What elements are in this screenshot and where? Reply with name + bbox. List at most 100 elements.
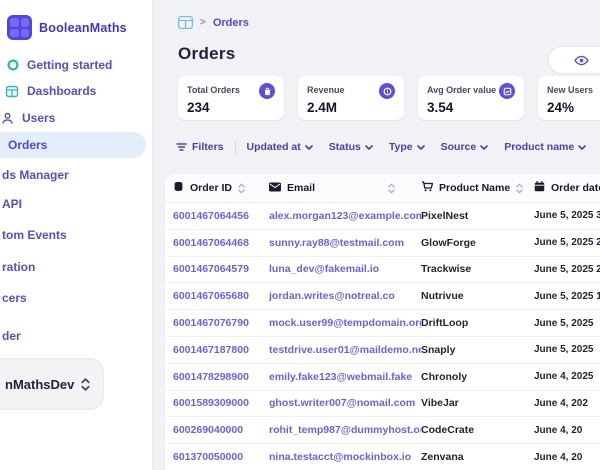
sidebar-item-der[interactable]: der bbox=[0, 323, 152, 349]
mail-icon bbox=[269, 182, 281, 195]
sidebar-item-label: ration bbox=[2, 260, 35, 274]
workspace-selector[interactable]: nMathsDev bbox=[0, 358, 104, 410]
cell-order-id[interactable]: 6001478298900 bbox=[173, 371, 269, 383]
stat-value: 2.4M bbox=[307, 100, 395, 115]
sidebar-item-orders[interactable]: Orders bbox=[0, 132, 146, 158]
breadcrumb-current[interactable]: Orders bbox=[213, 17, 249, 29]
column-header-order-id[interactable]: Order ID bbox=[173, 181, 269, 195]
cell-order-id[interactable]: 6001467076790 bbox=[173, 317, 269, 329]
breadcrumb: > Orders bbox=[152, 0, 600, 29]
cell-email[interactable]: mock.user99@tempdomain.org bbox=[269, 317, 421, 329]
sort-icon[interactable] bbox=[516, 183, 523, 194]
table-row[interactable]: 6001467064456alex.morgan123@example.comP… bbox=[165, 203, 600, 230]
cell-order-date: June 5, 2025 bbox=[534, 318, 600, 329]
column-label: Email bbox=[287, 182, 315, 194]
cell-product-name: DriftLoop bbox=[421, 317, 534, 329]
sidebar-item-dashboards[interactable]: Dashboards bbox=[0, 78, 152, 104]
stat-value: 24% bbox=[547, 100, 600, 115]
filter-dropdown-status[interactable]: Status bbox=[329, 141, 373, 153]
getting-started-icon bbox=[7, 59, 19, 71]
sidebar-item-ds-manager[interactable]: ds Manager bbox=[0, 162, 152, 188]
column-header-email[interactable]: Email bbox=[269, 182, 421, 195]
filters-label: Filters bbox=[192, 141, 224, 153]
filter-dropdown-source[interactable]: Source bbox=[441, 141, 489, 153]
cell-product-name: Snaply bbox=[421, 344, 534, 356]
avg-order-stat-icon bbox=[499, 83, 515, 99]
chevron-down-icon bbox=[480, 141, 488, 153]
cell-product-name: Chronoly bbox=[421, 371, 534, 383]
cell-order-date: June 5, 2025 3:3 bbox=[534, 210, 600, 221]
column-header-order-date[interactable]: Order date bbox=[534, 181, 600, 195]
page-title: Orders bbox=[178, 44, 600, 64]
filter-dropdown-updated-at[interactable]: Updated at bbox=[247, 141, 313, 153]
cell-order-id[interactable]: 6001467064579 bbox=[173, 263, 269, 275]
cell-email[interactable]: emily.fake123@webmail.fake bbox=[269, 371, 421, 383]
sidebar-item-ration[interactable]: ration bbox=[0, 254, 152, 280]
sort-icon[interactable] bbox=[238, 183, 245, 194]
column-header-product-name[interactable]: Product Name bbox=[421, 181, 534, 195]
sidebar-item-label: ds Manager bbox=[2, 168, 69, 182]
cell-order-date: June 4, 20 bbox=[534, 452, 600, 463]
cell-email[interactable]: ghost.writer007@nomail.com bbox=[269, 397, 421, 409]
filter-dropdown-product-name[interactable]: Product name bbox=[504, 141, 586, 153]
table-row[interactable]: 6001589309000ghost.writer007@nomail.comV… bbox=[165, 391, 600, 418]
cell-order-id[interactable]: 601370050000 bbox=[173, 451, 269, 463]
table-row[interactable]: 6001467064579luna_dev@fakemail.ioTrackwi… bbox=[165, 257, 600, 284]
cell-order-id[interactable]: 6001589309000 bbox=[173, 397, 269, 409]
cell-email[interactable]: alex.morgan123@example.com bbox=[269, 210, 421, 222]
filter-dropdown-label: Updated at bbox=[247, 141, 301, 153]
cell-order-date: June 4, 2025 bbox=[534, 371, 600, 382]
cell-order-id[interactable]: 6001467064456 bbox=[173, 210, 269, 222]
visibility-button[interactable] bbox=[548, 46, 600, 74]
stat-card-avg-order-value: Avg Order value3.54 bbox=[418, 76, 524, 120]
cell-email[interactable]: sunny.ray88@testmail.com bbox=[269, 237, 421, 249]
brand-logo-icon bbox=[7, 15, 32, 40]
table-row[interactable]: 600269040000rohit_temp987@dummyhost.orgC… bbox=[165, 417, 600, 444]
sidebar-item-api[interactable]: API bbox=[0, 191, 152, 217]
stats-row: Total Orders234Revenue2.4MAvg Order valu… bbox=[178, 76, 600, 120]
cell-email[interactable]: nina.testacct@mockinbox.io bbox=[269, 451, 421, 463]
filter-dropdown-type[interactable]: Type bbox=[389, 141, 425, 153]
sidebar-item-getting-started[interactable]: Getting started bbox=[0, 52, 152, 78]
table-header-row: Order ID Email Product Name Order date bbox=[165, 174, 600, 203]
filter-bar: Filters Updated at Status Type Source Produc… bbox=[176, 134, 600, 160]
cell-product-name: Trackwise bbox=[421, 263, 534, 275]
cell-order-id[interactable]: 6001467064468 bbox=[173, 237, 269, 249]
table-row[interactable]: 6001467187800testdrive.user01@maildemo.n… bbox=[165, 337, 600, 364]
cell-email[interactable]: rohit_temp987@dummyhost.org bbox=[269, 424, 421, 436]
table-row[interactable]: 601370050000nina.testacct@mockinbox.ioZe… bbox=[165, 444, 600, 470]
table-row[interactable]: 6001467064468sunny.ray88@testmail.comGlo… bbox=[165, 230, 600, 257]
brand-logo: BooleanMaths bbox=[0, 0, 152, 40]
sidebar-item-tom-events[interactable]: tom Events bbox=[0, 222, 152, 248]
sidebar-item-label: Dashboards bbox=[27, 84, 96, 98]
sidebar-item-users[interactable]: Users bbox=[0, 105, 152, 131]
cell-order-date: June 5, 2025 2:4 bbox=[534, 237, 600, 248]
cell-product-name: Nutrivue bbox=[421, 290, 534, 302]
table-body: 6001467064456alex.morgan123@example.comP… bbox=[165, 203, 600, 470]
table-row[interactable]: 6001467076790mock.user99@tempdomain.orgD… bbox=[165, 310, 600, 337]
users-icon bbox=[1, 112, 14, 125]
dashboard-grid-icon[interactable] bbox=[178, 16, 193, 29]
column-label: Order date bbox=[551, 182, 600, 194]
stat-card-top: Total Orders bbox=[187, 83, 275, 99]
cell-email[interactable]: testdrive.user01@maildemo.net bbox=[269, 344, 421, 356]
sort-icon[interactable] bbox=[388, 183, 395, 194]
dashboards-icon bbox=[5, 85, 19, 98]
sidebar-item-cers[interactable]: cers bbox=[0, 285, 152, 311]
column-label: Product Name bbox=[439, 182, 510, 194]
stat-card-total-orders: Total Orders234 bbox=[178, 76, 284, 120]
cell-order-id[interactable]: 600269040000 bbox=[173, 424, 269, 436]
chevron-up-down-icon[interactable] bbox=[80, 377, 91, 392]
cell-order-id[interactable]: 6001467065680 bbox=[173, 290, 269, 302]
cell-order-id[interactable]: 6001467187800 bbox=[173, 344, 269, 356]
filters-button[interactable]: Filters bbox=[176, 141, 224, 153]
brand-name: BooleanMaths bbox=[39, 21, 127, 35]
cell-email[interactable]: luna_dev@fakemail.io bbox=[269, 263, 421, 275]
sidebar-item-label: der bbox=[2, 329, 21, 343]
cell-product-name: Zenvana bbox=[421, 451, 534, 463]
cell-email[interactable]: jordan.writes@notreal.co bbox=[269, 290, 421, 302]
table-row[interactable]: 6001467065680jordan.writes@notreal.coNut… bbox=[165, 283, 600, 310]
stat-label: New Users bbox=[547, 83, 593, 95]
cell-product-name: CodeCrate bbox=[421, 424, 534, 436]
table-row[interactable]: 6001478298900emily.fake123@webmail.fakeC… bbox=[165, 364, 600, 391]
